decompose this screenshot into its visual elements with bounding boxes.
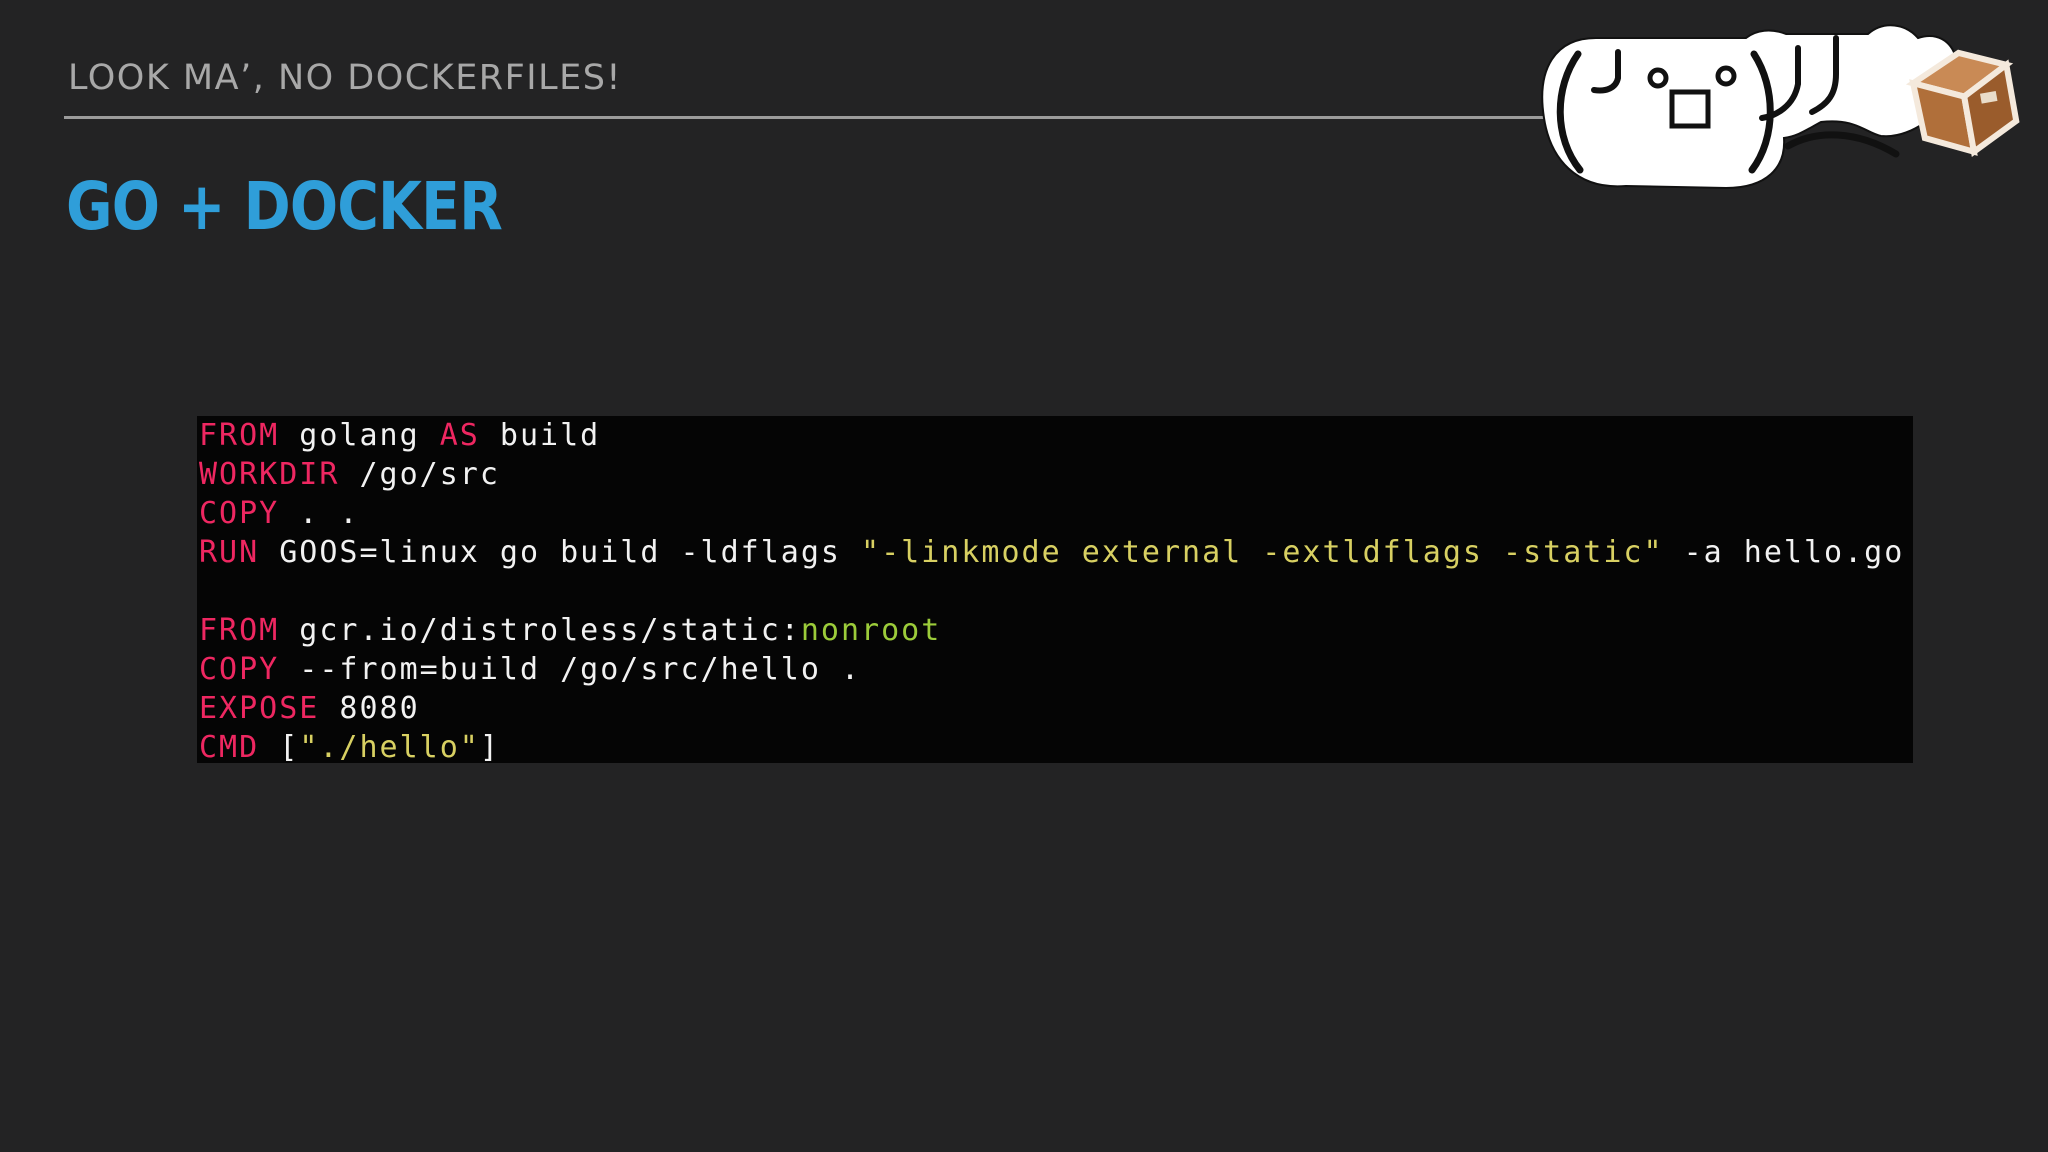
code-line: WORKDIR /go/src — [199, 455, 1913, 494]
code-line: CMD ["./hello"] — [199, 728, 1913, 767]
code-text: GOOS=linux go build -ldflags — [259, 535, 862, 570]
section-divider — [64, 116, 1544, 119]
code-line: COPY . . — [199, 494, 1913, 533]
code-keyword: WORKDIR — [199, 457, 340, 492]
code-keyword: EXPOSE — [199, 691, 320, 726]
code-line: FROM gcr.io/distroless/static:nonroot — [199, 611, 1913, 650]
code-text: /go/src — [339, 457, 500, 492]
slide-title: GO + DOCKER — [66, 168, 503, 245]
code-block: FROM golang AS build WORKDIR /go/src COP… — [197, 416, 1913, 765]
code-line: RUN GOOS=linux go build -ldflags "-linkm… — [199, 533, 1913, 572]
code-text: [ — [259, 730, 300, 765]
code-text: --from=build /go/src/hello . — [279, 652, 862, 687]
section-label: LOOK MA’, NO DOCKERFILES! — [68, 58, 622, 98]
code-keyword: RUN — [199, 535, 260, 570]
flipping-box-logo-icon — [1541, 24, 2020, 190]
code-text: golang — [279, 418, 440, 453]
code-line: COPY --from=build /go/src/hello . — [199, 650, 1913, 689]
code-text: 8080 — [319, 691, 420, 726]
code-text: build — [479, 418, 601, 453]
code-keyword: CMD — [199, 730, 260, 765]
code-tag: nonroot — [800, 613, 942, 648]
code-keyword: COPY — [199, 496, 280, 531]
code-string: "-linkmode external -extldflags -static" — [861, 535, 1664, 570]
code-keyword: COPY — [199, 652, 280, 687]
code-line: EXPOSE 8080 — [199, 689, 1913, 728]
code-keyword: FROM — [199, 418, 280, 453]
code-line: FROM golang AS build — [199, 416, 1913, 455]
code-keyword: AS — [439, 418, 480, 453]
slide: LOOK MA’, NO DOCKERFILES! GO + DOCKER FR… — [0, 0, 2048, 1152]
code-keyword: FROM — [199, 613, 280, 648]
code-text: ] — [479, 730, 500, 765]
code-text: . . — [279, 496, 360, 531]
code-text: gcr.io/distroless/static: — [279, 613, 801, 648]
code-string: "./hello" — [299, 730, 480, 765]
code-text: -a hello.go — [1663, 535, 1905, 570]
